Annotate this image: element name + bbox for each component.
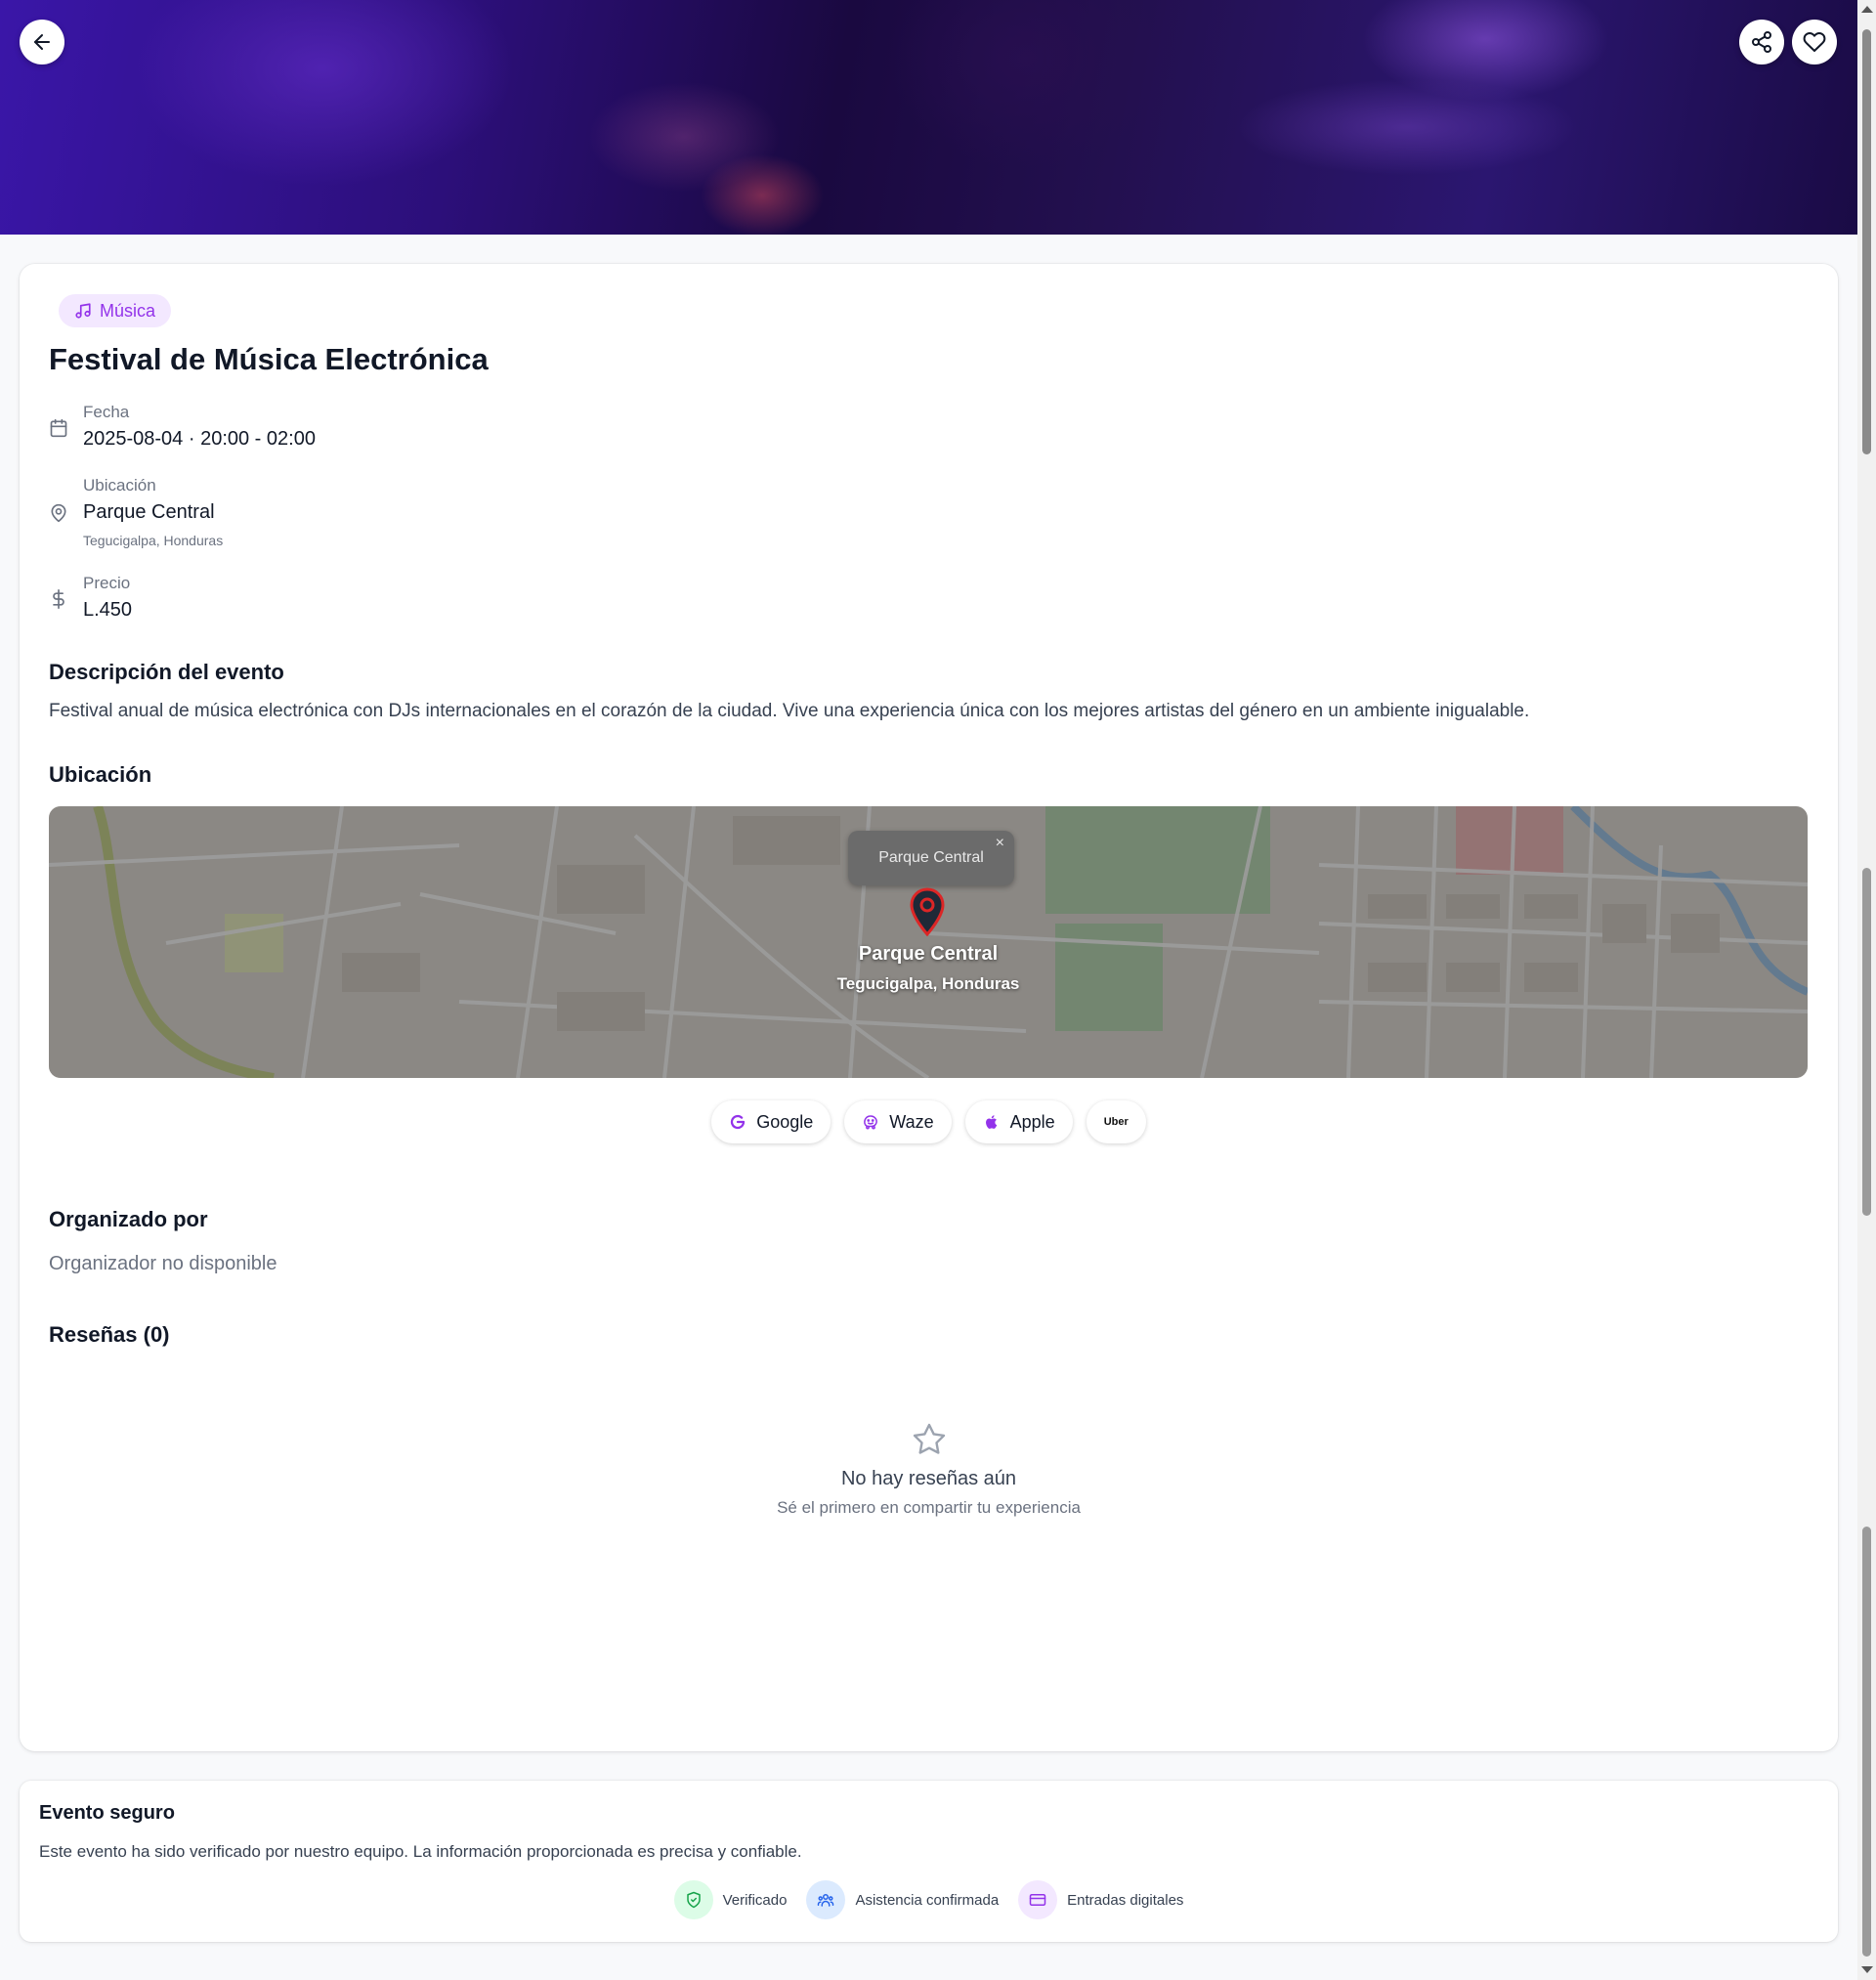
event-details-card: Música Festival de Música Electrónica Fe… xyxy=(20,264,1838,1751)
reviews-empty-state: No hay reseñas aún Sé el primero en comp… xyxy=(20,1422,1838,1518)
feature-attendance: Asistencia confirmada xyxy=(806,1880,999,1919)
heart-icon xyxy=(1803,32,1826,52)
dollar-icon xyxy=(49,589,68,609)
calendar-icon xyxy=(49,418,68,438)
description-heading: Descripción del evento xyxy=(49,660,284,684)
location-label: Ubicación xyxy=(83,476,156,495)
feature-attendance-label: Asistencia confirmada xyxy=(855,1891,1000,1909)
map-popup-label: Parque Central xyxy=(878,849,984,866)
feature-verified-label: Verificado xyxy=(722,1891,788,1909)
reviews-empty-subtitle: Sé el primero en compartir tu experienci… xyxy=(777,1498,1081,1517)
waze-label: Waze xyxy=(889,1111,934,1132)
google-label: Google xyxy=(756,1111,814,1132)
shield-check-icon xyxy=(673,1880,713,1919)
scrollbar[interactable] xyxy=(1857,0,1876,1980)
arrow-left-icon xyxy=(34,34,50,50)
scroll-thumb-segment[interactable] xyxy=(1862,1527,1871,1957)
date-value: 2025-08-04 · 20:00 - 02:00 xyxy=(83,428,316,450)
waze-button[interactable]: Waze xyxy=(844,1100,952,1143)
price-value: L.450 xyxy=(83,599,133,621)
location-map[interactable]: Parque Central × Parque Central Teguciga… xyxy=(49,806,1808,1078)
scroll-thumb[interactable] xyxy=(1862,29,1871,454)
google-icon xyxy=(731,1114,746,1130)
secure-features: Verificado Asistencia confirmada Entrada… xyxy=(20,1880,1838,1919)
scroll-down-arrow[interactable] xyxy=(1861,1966,1873,1973)
star-icon xyxy=(913,1423,945,1454)
apple-maps-button[interactable]: Apple xyxy=(964,1100,1073,1143)
uber-button[interactable]: Uber xyxy=(1086,1100,1146,1143)
share-icon xyxy=(1752,31,1771,53)
category-badge: Música xyxy=(59,294,172,327)
event-hero-image xyxy=(0,0,1857,235)
credit-card-icon xyxy=(1018,1880,1058,1919)
event-title: Festival de Música Electrónica xyxy=(49,342,489,376)
google-maps-button[interactable]: Google xyxy=(711,1100,831,1143)
feature-digital-tickets-label: Entradas digitales xyxy=(1067,1891,1184,1909)
scroll-thumb-segment[interactable] xyxy=(1862,868,1871,1216)
back-button[interactable] xyxy=(20,20,64,65)
organizer-heading: Organizado por xyxy=(49,1207,208,1231)
feature-digital-tickets: Entradas digitales xyxy=(1018,1880,1183,1919)
secure-text: Este evento ha sido verificado por nuest… xyxy=(39,1842,802,1861)
map-place-name: Parque Central xyxy=(858,943,999,965)
date-label: Fecha xyxy=(83,403,130,421)
uber-logo-icon: Uber xyxy=(1103,1116,1129,1128)
map-pin-icon xyxy=(49,503,68,523)
price-label: Precio xyxy=(83,574,131,592)
scroll-up-arrow[interactable] xyxy=(1861,6,1873,13)
map-place-city: Tegucigalpa, Honduras xyxy=(836,974,1020,993)
reviews-empty-title: No hay reseñas aún xyxy=(840,1468,1016,1489)
secure-event-card: Evento seguro Este evento ha sido verifi… xyxy=(20,1781,1838,1942)
secure-title: Evento seguro xyxy=(39,1802,175,1824)
map-popup: Parque Central × xyxy=(848,831,1014,885)
location-city: Tegucigalpa, Honduras xyxy=(83,533,224,548)
favorite-button[interactable] xyxy=(1792,20,1837,65)
organizer-empty: Organizador no disponible xyxy=(49,1253,277,1274)
location-heading: Ubicación xyxy=(49,762,152,787)
category-label: Música xyxy=(100,300,156,321)
description-text: Festival anual de música electrónica con… xyxy=(49,701,1530,721)
map-popup-close-button[interactable]: × xyxy=(996,835,1004,852)
map-marker-icon[interactable] xyxy=(909,887,946,938)
feature-verified: Verificado xyxy=(673,1880,788,1919)
reviews-heading: Reseñas (0) xyxy=(49,1322,170,1347)
waze-icon xyxy=(864,1115,878,1130)
share-button[interactable] xyxy=(1739,20,1784,65)
users-icon xyxy=(806,1880,846,1919)
location-value: Parque Central xyxy=(83,501,215,523)
music-note-icon xyxy=(75,303,91,319)
navigation-buttons: Google Waze Apple Uber xyxy=(20,1100,1838,1143)
apple-label: Apple xyxy=(1009,1111,1055,1132)
apple-icon xyxy=(985,1115,997,1129)
